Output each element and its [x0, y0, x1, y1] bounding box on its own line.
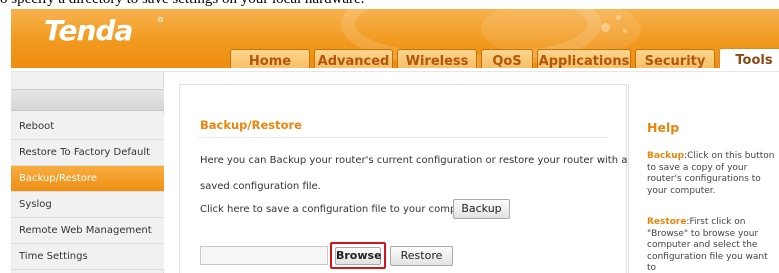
- tab-security[interactable]: Security: [635, 49, 715, 68]
- description-line-2: saved configuration file.: [200, 181, 321, 192]
- sidebar-item-syslog[interactable]: Syslog: [11, 192, 164, 218]
- help-backup-keyword: Backup: [647, 151, 685, 161]
- browse-highlight-box: Browse: [330, 242, 386, 269]
- brand-logo: Tenda: [44, 14, 133, 47]
- restore-button[interactable]: Restore: [390, 246, 453, 266]
- sidebar-header: [11, 89, 164, 111]
- browse-button[interactable]: Browse: [335, 247, 382, 265]
- sidebar-item-restore-factory-default[interactable]: Restore To Factory Default: [11, 140, 164, 166]
- help-backup-text: Backup:Click on this button to save a co…: [647, 151, 777, 197]
- tab-wireless[interactable]: Wireless: [397, 49, 477, 68]
- tab-qos[interactable]: QoS: [481, 49, 533, 68]
- tab-advanced[interactable]: Advanced: [314, 49, 393, 68]
- backup-prompt: Click here to save a configuration file …: [200, 204, 481, 215]
- sidebar-item-time-settings[interactable]: Time Settings: [11, 244, 164, 270]
- main-panel: Backup/Restore Here you can Backup your …: [179, 84, 627, 273]
- description-line-1: Here you can Backup your router's curren…: [200, 155, 628, 166]
- tab-home[interactable]: Home: [230, 49, 310, 68]
- sidebar-item-remote-web-management[interactable]: Remote Web Management: [11, 218, 164, 244]
- page-title: Backup/Restore: [200, 118, 302, 132]
- help-title: Help: [647, 120, 680, 135]
- help-restore-keyword: Restore: [647, 217, 687, 227]
- app-header: Tenda Home Advanced Wireless QoS Applica…: [11, 9, 779, 68]
- instruction-caption: o specify a directory to save settings o…: [0, 0, 779, 9]
- backup-button[interactable]: Backup: [453, 199, 510, 219]
- help-panel: Help Backup:Click on this button to save…: [628, 84, 779, 273]
- sidebar: Reboot Restore To Factory Default Backup…: [11, 72, 164, 273]
- sidebar-item-reboot[interactable]: Reboot: [11, 114, 164, 140]
- tab-applications[interactable]: Applications: [537, 49, 631, 68]
- tab-tools[interactable]: Tools: [719, 48, 779, 68]
- help-restore-text: Restore:First click on "Browse" to brows…: [647, 217, 777, 273]
- config-file-input[interactable]: [200, 246, 328, 265]
- title-divider: [198, 137, 608, 138]
- sidebar-menu: Reboot Restore To Factory Default Backup…: [11, 114, 164, 270]
- registered-mark-icon: [158, 17, 163, 22]
- sidebar-item-backup-restore[interactable]: Backup/Restore: [11, 166, 164, 192]
